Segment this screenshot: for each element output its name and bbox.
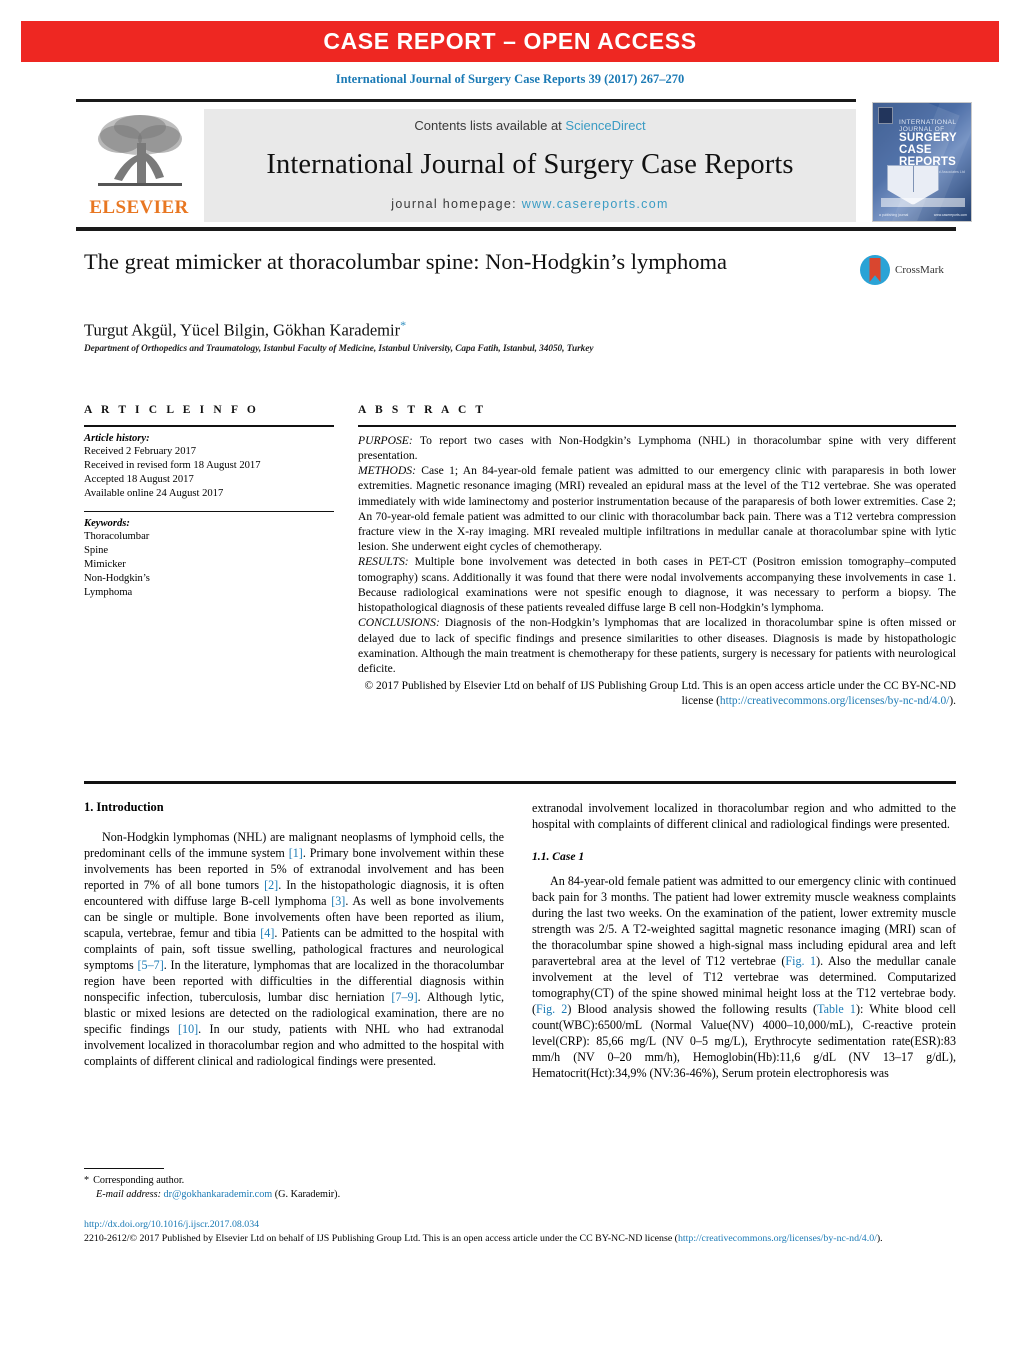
contents-prefix: Contents lists available at (414, 118, 566, 133)
keywords-rule (84, 510, 334, 512)
journal-homepage: journal homepage: www.casereports.com (391, 197, 668, 211)
citation-ref-7[interactable]: [10] (178, 1022, 198, 1036)
abstract-methods-text: Case 1; An 84-year-old female patient wa… (358, 464, 956, 554)
keyword-item: Lymphoma (84, 587, 133, 599)
intro-continued-text: extranodal involvement localized in thor… (532, 801, 956, 832)
footnote-star: * (84, 1175, 90, 1186)
elsevier-tree-icon (98, 115, 182, 186)
abstract-column: A B S T R A C T PURPOSE: To report two c… (358, 404, 956, 721)
homepage-label: journal homepage: (391, 197, 522, 211)
case1-paragraph: An 84-year-old female patient was admitt… (532, 873, 956, 1081)
article-info-column: A R T I C L E I N F O Article history: R… (84, 404, 334, 600)
email-link[interactable]: dr@gokhankarademir.com (164, 1189, 273, 1200)
corresponding-author-marker: * (400, 318, 407, 332)
article-info-rule (84, 425, 334, 427)
author-names: Turgut Akgül, Yücel Bilgin, Gökhan Karad… (84, 320, 401, 340)
citation-ref-6[interactable]: [7–9] (391, 990, 417, 1004)
abstract-results-text: Multiple bone involvement was detected i… (358, 555, 956, 615)
citation-ref-1[interactable]: [1] (289, 846, 303, 860)
publisher-footer: http://dx.doi.org/10.1016/j.ijscr.2017.0… (84, 1218, 964, 1246)
introduction-heading: 1. Introduction (84, 800, 164, 814)
homepage-url[interactable]: www.casereports.com (522, 197, 669, 211)
email-line: E-mail address: dr@gokhankarademir.com (… (84, 1188, 504, 1202)
keywords-label: Keywords: (84, 518, 130, 529)
issn-license-line: 2210-2612/© 2017 Published by Elsevier L… (84, 1232, 964, 1246)
crossmark-badge[interactable]: CrossMark (860, 253, 960, 287)
citation-ref-3[interactable]: [3] (331, 894, 345, 908)
figure-ref-2[interactable]: Fig. 2 (536, 1002, 567, 1016)
figure-ref-1[interactable]: Fig. 1 (785, 954, 816, 968)
article-history-received: Received 2 February 2017 (84, 445, 197, 457)
footer-cc-link[interactable]: http://creativecommons.org/licenses/by-n… (678, 1233, 877, 1244)
affiliation: Department of Orthopedics and Traumatolo… (84, 344, 594, 354)
abstract-purpose: PURPOSE: To report two cases with Non-Ho… (358, 433, 956, 463)
article-history-online: Available online 24 August 2017 (84, 487, 224, 499)
email-suffix: (G. Karademir). (274, 1188, 341, 1200)
page-title: The great mimicker at thoracolumbar spin… (84, 249, 727, 274)
email-label: E-mail address: (96, 1188, 161, 1200)
citation-ref-4[interactable]: [4] (260, 926, 274, 940)
abstract-conclusions-text: Diagnosis of the non-Hodgkin’s lymphomas… (358, 616, 956, 676)
keyword-item: Non-Hodgkin’s (84, 573, 150, 585)
journal-info-band: Contents lists available at ScienceDirec… (204, 109, 856, 222)
copyright-tail: ). (949, 695, 956, 708)
abstract-bottom-rule (84, 781, 956, 784)
issn-text-b: ). (876, 1233, 883, 1245)
keyword-item: Spine (84, 545, 109, 557)
keyword-item: Thoracolumbar (84, 531, 150, 542)
abstract-methods-label: METHODS: (358, 464, 416, 478)
body-column-right: extranodal involvement localized in thor… (532, 800, 956, 1081)
doi-link[interactable]: http://dx.doi.org/10.1016/j.ijscr.2017.0… (84, 1218, 964, 1232)
cover-band (881, 198, 965, 207)
crossmark-icon (860, 255, 890, 285)
citation-ref-5[interactable]: [5–7] (138, 958, 164, 972)
abstract-purpose-label: PURPOSE: (358, 433, 413, 447)
abstract-heading: A B S T R A C T (358, 404, 487, 416)
issn-text-a: 2210-2612/© 2017 Published by Elsevier L… (84, 1233, 678, 1245)
corresponding-author-label: Corresponding author. (93, 1175, 185, 1186)
cc-license-link[interactable]: http://creativecommons.org/licenses/by-n… (720, 695, 949, 707)
article-info-heading: A R T I C L E I N F O (84, 404, 259, 416)
table-ref-1[interactable]: Table 1 (817, 1002, 856, 1016)
introduction-paragraph: Non-Hodgkin lymphomas (NHL) are malignan… (84, 829, 504, 1069)
introduction-continued: extranodal involvement localized in thor… (532, 800, 956, 832)
journal-citation: International Journal of Surgery Case Re… (335, 72, 685, 86)
citation-ref-2[interactable]: [2] (264, 878, 278, 892)
masthead-top-rule (76, 99, 856, 102)
article-history-revised: Received in revised form 18 August 2017 (84, 459, 261, 471)
author-list: Turgut Akgül, Yücel Bilgin, Gökhan Karad… (84, 318, 844, 341)
sciencedirect-link[interactable]: ScienceDirect (565, 118, 645, 133)
case1-text-c: ) Blood analysis showed the following re… (567, 1002, 818, 1017)
cover-publisher-mark (878, 107, 893, 124)
abstract-methods: METHODS: Case 1; An 84-year-old female p… (358, 463, 956, 554)
elsevier-logo: ELSEVIER (80, 109, 198, 221)
body-column-left: 1. Introduction Non-Hodgkin lymphomas (N… (84, 800, 504, 1069)
cover-foot-right: www.casereports.com (933, 213, 967, 217)
abstract-copyright: © 2017 Published by Elsevier Ltd on beha… (358, 679, 957, 709)
abstract-conclusions-label: CONCLUSIONS: (358, 616, 440, 630)
title-block: The great mimicker at thoracolumbar spin… (84, 248, 844, 277)
masthead-bottom-rule (76, 227, 956, 231)
cover-foot-left: a publishing journal (879, 213, 909, 217)
abstract-purpose-text: To report two cases with Non-Hodgkin’s L… (358, 433, 956, 462)
contents-line: Contents lists available at ScienceDirec… (414, 118, 645, 133)
corresponding-author-line: * Corresponding author. (84, 1174, 504, 1188)
open-access-banner: CASE REPORT – OPEN ACCESS (21, 21, 999, 62)
journal-masthead: ELSEVIER Contents lists available at Sci… (76, 99, 972, 231)
banner-label: CASE REPORT – OPEN ACCESS (323, 28, 697, 54)
footnote-rule (84, 1168, 164, 1170)
article-history-accepted: Accepted 18 August 2017 (84, 473, 194, 485)
journal-title: International Journal of Surgery Case Re… (266, 149, 794, 180)
elsevier-wordmark: ELSEVIER (89, 197, 189, 218)
abstract-results: RESULTS: Multiple bone involvement was d… (358, 554, 956, 615)
abstract-rule (358, 425, 956, 427)
abstract-results-label: RESULTS: (358, 555, 409, 569)
journal-cover-thumbnail: INTERNATIONAL JOURNAL OF SURGERY CASE RE… (872, 102, 972, 222)
keyword-item: Mimicker (84, 559, 126, 571)
article-history-label: Article history: (84, 432, 150, 444)
crossmark-label: CrossMark (895, 264, 944, 276)
abstract-conclusions: CONCLUSIONS: Diagnosis of the non-Hodgki… (358, 615, 956, 676)
corresponding-author-footnote: * Corresponding author. E-mail address: d… (84, 1174, 504, 1202)
case1-heading: 1.1. Case 1 (532, 850, 585, 864)
